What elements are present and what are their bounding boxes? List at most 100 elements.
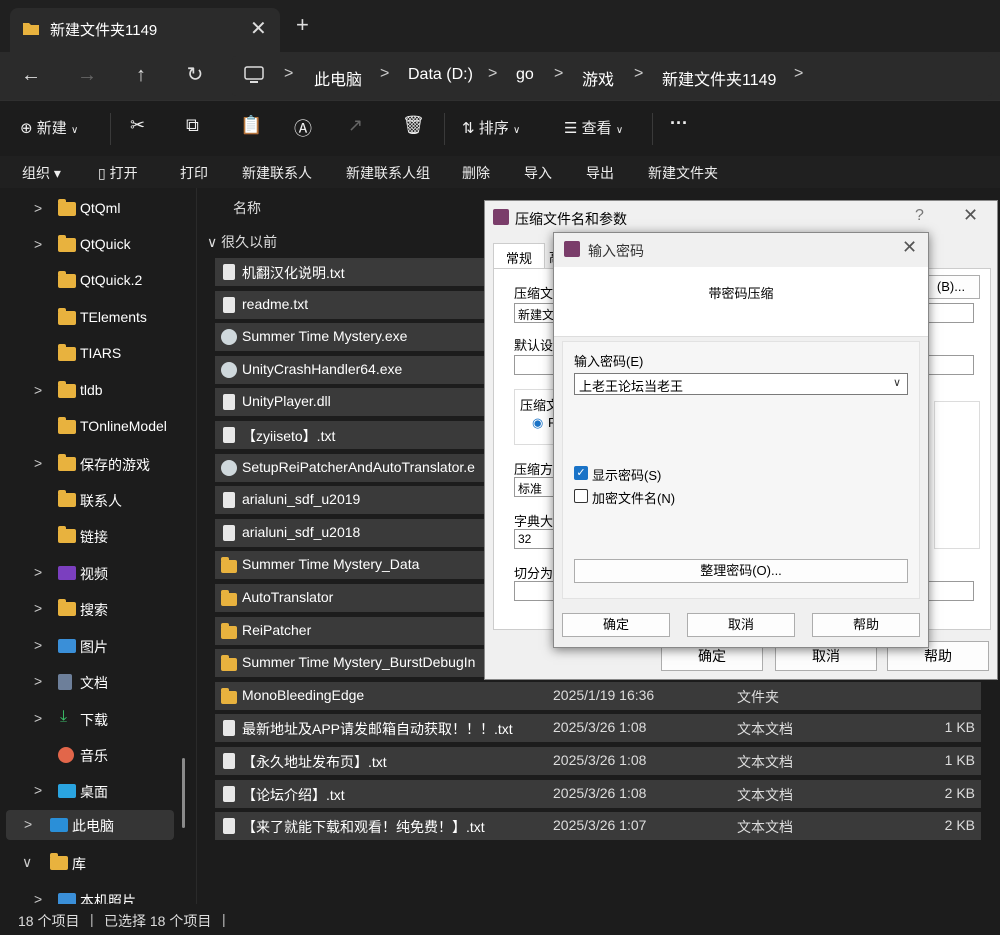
sort-button[interactable]: ⇅ 排序 ∨ [462,117,520,138]
menu-organize[interactable]: 组织 ▾ [22,163,61,183]
address-bar[interactable]: > 此电脑 > Data (D:) > go > 游戏 > 新建文件夹1149 … [232,56,992,96]
table-row[interactable]: MonoBleedingEdge 2025/1/19 16:36 文件夹 [215,681,981,710]
radio-selected-icon[interactable]: ◉ [532,415,543,431]
expand-chevron-icon[interactable]: > [34,600,42,616]
delete-icon[interactable]: 🗑 [402,115,425,136]
date-modified: 2025/3/26 1:08 [553,784,647,801]
sidebar-item-music[interactable]: 音乐 [0,740,190,770]
sidebar-item-telements[interactable]: TElements [0,303,190,333]
more-options-icon[interactable]: ··· [670,113,688,134]
expand-chevron-icon[interactable]: > [34,637,42,653]
sidebar-item-saved-games[interactable]: > 保存的游戏 [0,449,190,479]
share-icon[interactable]: ↗ [348,115,363,136]
encrypt-filenames-checkbox[interactable] [574,489,588,503]
up-button[interactable]: ↑ [126,60,156,90]
show-password-label[interactable]: 显示密码(S) [592,465,661,484]
sidebar-item-links[interactable]: 链接 [0,521,190,551]
password-input[interactable]: 上老王论坛当老王 ∨ [574,373,908,395]
ok-button[interactable]: 确定 [562,613,670,637]
close-icon[interactable]: ✕ [902,237,917,258]
tab-current-folder[interactable]: 新建文件夹1149 ✕ [10,8,280,52]
cut-icon[interactable]: ✂ [130,115,145,136]
expand-chevron-icon[interactable]: > [34,710,42,726]
organize-passwords-button[interactable]: 整理密码(O)... [574,559,908,583]
table-row[interactable]: 最新地址及APP请发邮箱自动获取！！！.txt 2025/3/26 1:08 文本文… [215,714,981,743]
expand-chevron-icon[interactable]: > [34,382,42,398]
paste-icon[interactable]: 📋 [240,115,262,136]
sidebar-item-desktop[interactable]: > 桌面 [0,776,190,806]
menu-open[interactable]: ▯ 打开 [98,163,138,183]
breadcrumb-drive[interactable]: Data (D:) [408,66,473,84]
breadcrumb-this-pc[interactable]: 此电脑 [314,66,362,90]
expand-chevron-icon[interactable]: > [34,455,42,471]
menu-new-folder[interactable]: 新建文件夹 [648,163,718,183]
close-icon[interactable]: ✕ [963,205,978,226]
file-name: 【永久地址发布页】.txt [242,754,387,770]
table-row[interactable]: 【永久地址发布页】.txt 2025/3/26 1:08 文本文档 1 KB [215,747,981,775]
breadcrumb-current[interactable]: 新建文件夹1149 [662,66,776,90]
folder-icon [221,590,237,606]
menu-print[interactable]: 打印 [180,163,208,183]
sidebar-item-qtquick[interactable]: > QtQuick [0,230,190,260]
expand-chevron-icon[interactable]: ∨ [22,854,32,871]
menu-new-contact-group[interactable]: 新建联系人组 [346,163,430,183]
sidebar-item-qtqml[interactable]: > QtQml [0,194,190,224]
help-icon[interactable]: ? [915,207,924,225]
sidebar-item-downloads[interactable]: > ⤓ 下载 [0,704,190,734]
close-tab-icon[interactable]: ✕ [250,16,267,41]
group-header[interactable]: ∨ 很久以前 [207,232,277,252]
expand-chevron-icon[interactable]: > [34,673,42,689]
sidebar-item-videos[interactable]: > 视频 [0,558,190,588]
table-row[interactable]: 【论坛介绍】.txt 2025/3/26 1:08 文本文档 2 KB [215,779,981,808]
expand-chevron-icon[interactable]: > [24,816,32,832]
forward-button[interactable]: → [72,60,102,90]
refresh-button[interactable]: ↻ [180,60,210,90]
menu-export[interactable]: 导出 [586,163,614,183]
file-icon [223,753,235,769]
back-button[interactable]: ← [16,60,46,90]
show-password-checkbox[interactable]: ✓ [574,466,588,480]
table-row[interactable]: 【来了就能下载和观看！纯免费！】.txt 2025/3/26 1:07 文本文档 2 … [215,812,981,841]
file-size: 1 KB [944,719,975,736]
sidebar-item-tiars[interactable]: TIARS [0,339,190,369]
sidebar-item-contacts[interactable]: 联系人 [0,485,190,515]
file-type: 文本文档 [737,786,793,803]
help-button[interactable]: 帮助 [812,613,920,637]
copy-icon[interactable]: ⧉ [186,115,199,136]
column-header-name[interactable]: 名称 [233,198,261,218]
new-tab-button[interactable]: + [296,12,309,38]
expand-chevron-icon[interactable]: > [34,236,42,252]
encrypt-filenames-label[interactable]: 加密文件名(N) [592,488,675,507]
sidebar-item-tonlinemodel[interactable]: TOnlineModel [0,412,190,442]
expand-chevron-icon[interactable]: > [34,782,42,798]
menu-import[interactable]: 导入 [524,163,552,183]
chevron-down-icon[interactable]: ∨ [893,376,901,389]
sidebar-item-pictures[interactable]: > 图片 [0,631,190,661]
sidebar-item-documents[interactable]: > 文档 [0,667,190,697]
breadcrumb-games[interactable]: 游戏 [582,66,614,90]
sidebar-item-libraries[interactable]: ∨ 库 [0,848,190,878]
enter-password-label: 输入密码(E) [574,354,644,369]
view-button[interactable]: ☰ 查看 ∨ [564,117,623,138]
menu-new-contact[interactable]: 新建联系人 [242,163,312,183]
sidebar-item-search[interactable]: > 搜索 [0,594,190,624]
sidebar-item-this-pc[interactable]: > 此电脑 [6,810,174,840]
application-icon [221,459,237,476]
sidebar-item-tldb[interactable]: > tldb [0,376,190,406]
new-button[interactable]: ⊕ 新建 ∨ [20,117,78,138]
cancel-button[interactable]: 取消 [687,613,795,637]
menu-delete[interactable]: 删除 [462,163,490,183]
sidebar-item-label: 本机照片 [80,893,136,904]
expand-chevron-icon[interactable]: > [34,891,42,904]
expand-chevron-icon[interactable]: > [34,564,42,580]
sidebar-item-camera-roll[interactable]: > 本机照片 [0,885,190,904]
tab-general[interactable]: 常规 [493,243,545,269]
sidebar-item-qtquick2[interactable]: QtQuick.2 [0,266,190,296]
browse-button[interactable]: (B)... [922,275,980,299]
breadcrumb-go[interactable]: go [516,66,534,84]
rename-icon[interactable]: Ⓐ [294,115,312,141]
sidebar-scrollbar[interactable] [182,758,185,828]
title-bar: 新建文件夹1149 ✕ + [0,0,1000,52]
expand-chevron-icon[interactable]: > [34,200,42,216]
file-icon [223,524,235,541]
